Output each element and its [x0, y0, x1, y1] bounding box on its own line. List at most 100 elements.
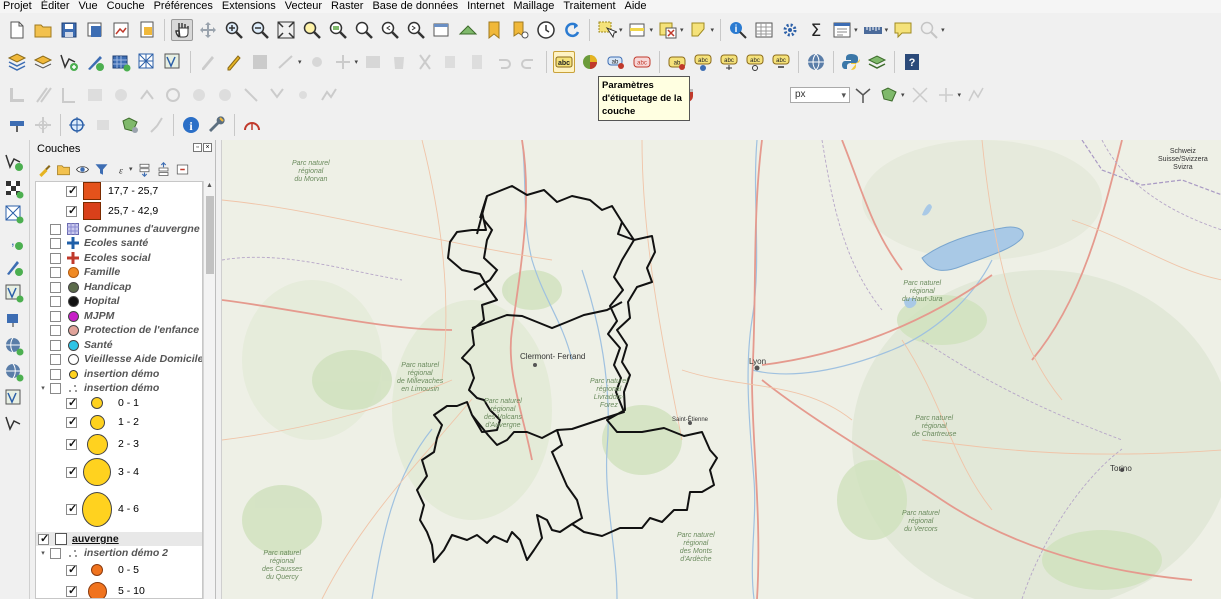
pan-map-icon[interactable]: [171, 19, 193, 41]
python-console-icon[interactable]: [840, 51, 862, 73]
layer-checkbox[interactable]: [50, 339, 61, 351]
layer-checkbox[interactable]: [50, 353, 61, 365]
layer-row[interactable]: Vieillesse Aide Domicile: [36, 352, 202, 366]
redo-icon[interactable]: [518, 51, 540, 73]
data-source-manager-icon[interactable]: [6, 51, 28, 73]
menu-vue[interactable]: Vue: [76, 0, 104, 13]
statistics-icon[interactable]: Σ: [805, 19, 827, 41]
map-canvas[interactable]: Clermont- Ferrand Lyon Saint-Étienne Tor…: [221, 140, 1221, 599]
temporal-controller-icon[interactable]: [535, 19, 557, 41]
zoom-layer-icon[interactable]: [327, 19, 349, 41]
add-raster-layer-icon[interactable]: [110, 51, 132, 73]
legend-item[interactable]: 1 - 2: [36, 412, 202, 432]
layer-row[interactable]: Ecoles social: [36, 251, 202, 265]
layer-checkbox[interactable]: [66, 415, 77, 428]
help-contents-icon[interactable]: ?: [901, 51, 923, 73]
add-group-icon[interactable]: [55, 161, 72, 178]
bookmark-icon[interactable]: [483, 19, 505, 41]
delete-part-icon[interactable]: [214, 84, 236, 106]
georeferencer-icon[interactable]: [67, 114, 89, 136]
add-virtual-layer-icon[interactable]: [162, 51, 184, 73]
legend-item[interactable]: 2 - 3: [36, 432, 202, 456]
menu-maillage[interactable]: Maillage: [510, 0, 560, 13]
cut-features-icon[interactable]: [414, 51, 436, 73]
new-3d-view-icon[interactable]: [457, 19, 479, 41]
collapse-toggle-icon[interactable]: ▾: [36, 384, 50, 392]
geometry-checker-icon[interactable]: [93, 114, 115, 136]
print-layout-icon[interactable]: [110, 19, 132, 41]
layer-labeling-options-icon[interactable]: abc: [553, 51, 576, 73]
change-label-icon[interactable]: abc: [770, 51, 792, 73]
legend-item[interactable]: 3 - 4: [36, 457, 202, 487]
collapse-toggle-icon[interactable]: ▾: [36, 549, 50, 557]
merge-features-icon[interactable]: [266, 84, 288, 106]
perpendicular-icon[interactable]: [58, 84, 80, 106]
layer-checkbox[interactable]: [50, 382, 61, 394]
offset-curve-icon[interactable]: [162, 84, 184, 106]
pan-to-selection-icon[interactable]: [197, 19, 219, 41]
legend-item[interactable]: 25,7 - 42,9: [36, 202, 202, 220]
float-panel-icon[interactable]: ▫: [193, 143, 202, 152]
layer-checkbox[interactable]: [66, 184, 77, 197]
add-wfs-icon[interactable]: [3, 361, 25, 383]
layer-checkbox[interactable]: [38, 532, 49, 545]
menu-base-de-donnees[interactable]: Base de données: [369, 0, 464, 13]
fill-ring-icon[interactable]: [110, 84, 132, 106]
processing-toolbox-icon[interactable]: [779, 19, 801, 41]
legend-item[interactable]: 0 - 1: [36, 393, 202, 413]
undo-icon[interactable]: [492, 51, 514, 73]
snapping-units-select[interactable]: px: [790, 87, 850, 103]
menu-preferences[interactable]: Préférences: [151, 0, 219, 13]
add-delimited-icon[interactable]: ,: [3, 230, 25, 252]
menu-raster[interactable]: Raster: [328, 0, 369, 13]
add-raster-icon[interactable]: [3, 178, 25, 200]
tracing-icon[interactable]: [965, 84, 987, 106]
menu-projet[interactable]: Projet: [0, 0, 38, 13]
layer-checkbox[interactable]: [50, 281, 61, 293]
layer-row[interactable]: insertion démo: [36, 367, 202, 381]
layer-row[interactable]: Communes d'auvergne: [36, 222, 202, 236]
delete-selected-icon[interactable]: [388, 51, 410, 73]
layer-row[interactable]: Hopital: [36, 294, 202, 308]
topological-editing-icon[interactable]: [878, 84, 900, 106]
menu-aide[interactable]: Aide: [622, 0, 653, 13]
zoom-last-icon[interactable]: [379, 19, 401, 41]
close-panel-icon[interactable]: ×: [203, 143, 212, 152]
move-feature-icon[interactable]: [332, 51, 354, 73]
zoom-full-icon[interactable]: [275, 19, 297, 41]
expand-all-icon[interactable]: [136, 161, 153, 178]
menu-vecteur[interactable]: Vecteur: [282, 0, 328, 13]
add-mesh-layer-icon[interactable]: [136, 51, 158, 73]
layer-checkbox[interactable]: [50, 266, 61, 278]
layer-checkbox[interactable]: [50, 223, 61, 235]
layer-checkbox[interactable]: [66, 204, 77, 217]
zoom-selection-icon[interactable]: [301, 19, 323, 41]
snap-intersection-icon[interactable]: [909, 84, 931, 106]
zoom-native-icon[interactable]: [353, 19, 375, 41]
add-virtual-icon[interactable]: [3, 387, 25, 409]
layer-row[interactable]: Ecoles santé: [36, 236, 202, 250]
layer-checkbox[interactable]: [66, 437, 77, 450]
manage-visibility-icon[interactable]: [74, 161, 91, 178]
copy-features-icon[interactable]: [440, 51, 462, 73]
show-unplaced-labels-icon[interactable]: abc: [631, 51, 653, 73]
zoom-in-icon[interactable]: [223, 19, 245, 41]
layer-row[interactable]: MJPM: [36, 309, 202, 323]
layer-tree-scrollbar[interactable]: ▲: [203, 181, 215, 599]
select-by-expression-icon[interactable]: [627, 19, 649, 41]
simplify-icon[interactable]: [318, 84, 340, 106]
measure-icon[interactable]: [862, 19, 884, 41]
show-hide-labels-icon[interactable]: abc: [692, 51, 714, 73]
zoom-next-icon[interactable]: [405, 19, 427, 41]
modify-attributes-icon[interactable]: [362, 51, 384, 73]
remove-layer-icon[interactable]: [174, 161, 191, 178]
action-icon[interactable]: [145, 114, 167, 136]
layer-checkbox[interactable]: [66, 502, 77, 515]
bookmark-manager-icon[interactable]: [509, 19, 531, 41]
legend-item[interactable]: 5 - 10: [36, 580, 202, 598]
identify-features-icon[interactable]: i: [727, 19, 749, 41]
layer-row[interactable]: Protection de l'enfance: [36, 323, 202, 337]
select-by-location-icon[interactable]: [688, 19, 710, 41]
save-edits-icon[interactable]: [249, 51, 271, 73]
parallel-icon[interactable]: [32, 84, 54, 106]
